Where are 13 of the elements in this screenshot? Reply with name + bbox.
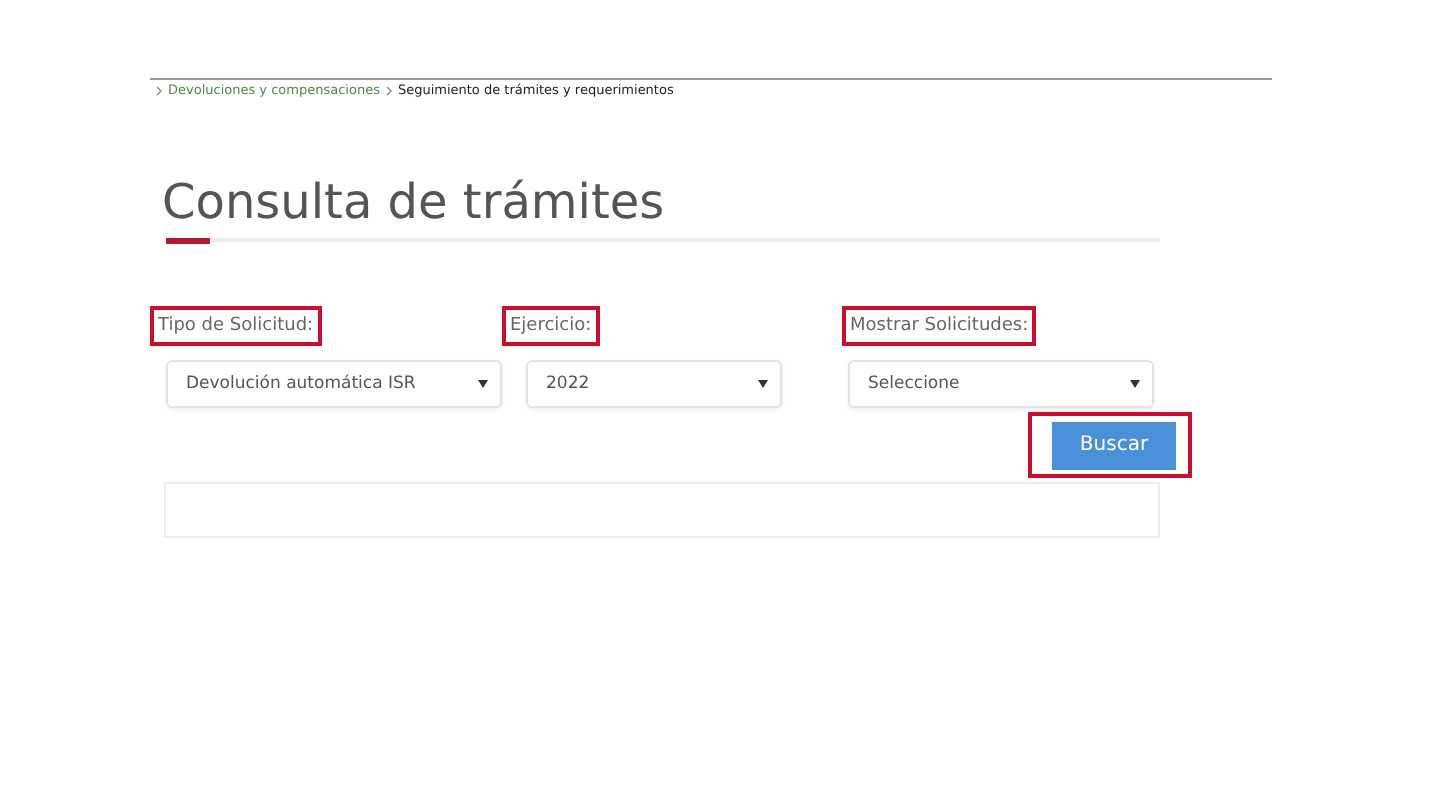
caret-icon <box>478 380 488 388</box>
dropdown-select[interactable]: Seleccione <box>848 360 1154 408</box>
chevron-icon <box>385 85 392 95</box>
field-label: Tipo de Solicitud: <box>150 306 322 346</box>
dropdown-select[interactable]: 2022 <box>526 360 782 408</box>
page-title: Consulta de trámites <box>162 174 665 230</box>
field-label: Mostrar Solicitudes: <box>842 306 1037 346</box>
caret-icon <box>758 380 768 388</box>
caret-icon <box>1130 380 1140 388</box>
field-label: Ejercicio: <box>502 306 600 346</box>
chevron-icon <box>156 85 162 95</box>
title-accent <box>166 238 210 244</box>
dropdown-select[interactable]: Devolución automática ISR <box>166 360 502 408</box>
